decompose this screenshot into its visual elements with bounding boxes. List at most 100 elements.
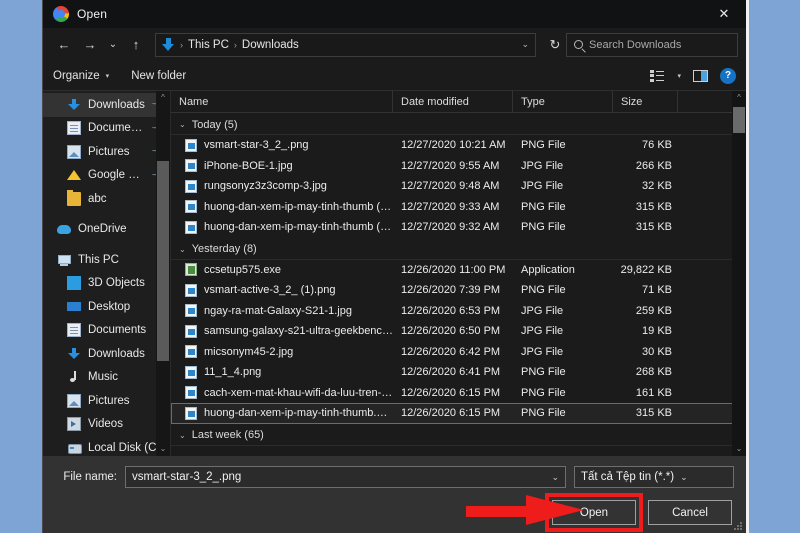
cancel-button[interactable]: Cancel bbox=[648, 500, 732, 525]
file-list-pane: Name Date modified Type Size ⌄ Today (5)… bbox=[171, 91, 746, 456]
sidebar-item-downloads[interactable]: Downloads 📌 bbox=[43, 93, 170, 117]
preview-pane-icon[interactable] bbox=[693, 69, 708, 82]
scroll-up-icon[interactable]: ^ bbox=[737, 91, 741, 105]
chevron-down-icon[interactable]: ▾ bbox=[677, 72, 681, 80]
dialog-footer: File name: vsmart-star-3_2_.png ⌄ Tất cả… bbox=[43, 456, 746, 533]
application-file-icon bbox=[185, 263, 197, 277]
file-name-cell: iPhone-BOE-1.jpg bbox=[171, 159, 393, 173]
sidebar-scroll-track[interactable] bbox=[156, 105, 170, 442]
table-row[interactable]: huong-dan-xem-ip-may-tinh-thumb (2)... 1… bbox=[171, 197, 746, 218]
sidebar-item-pictures-pc[interactable]: Pictures bbox=[43, 389, 170, 413]
sidebar-item-documents-pc[interactable]: Documents bbox=[43, 319, 170, 343]
file-list-scrollbar[interactable]: ^ ⌄ bbox=[732, 91, 746, 456]
new-folder-button[interactable]: New folder bbox=[131, 70, 186, 82]
file-name: vsmart-active-3_2_ (1).png bbox=[204, 284, 336, 297]
scroll-down-icon[interactable]: ⌄ bbox=[160, 442, 167, 456]
file-name-cell: rungsonyz3z3comp-3.jpg bbox=[171, 179, 393, 193]
sidebar-item-this-pc[interactable]: This PC bbox=[43, 248, 170, 272]
table-row-selected[interactable]: huong-dan-xem-ip-may-tinh-thumb.png 12/2… bbox=[171, 403, 746, 424]
organize-label: Organize bbox=[53, 69, 100, 82]
file-list-scroll-thumb[interactable] bbox=[733, 107, 745, 133]
scroll-up-icon[interactable]: ^ bbox=[161, 91, 165, 105]
forward-button[interactable]: → bbox=[77, 33, 103, 57]
refresh-button[interactable]: ↻ bbox=[544, 37, 566, 53]
table-row[interactable]: vsmart-star-3_2_.png 12/27/2020 10:21 AM… bbox=[171, 135, 746, 156]
sidebar-item-3d-objects[interactable]: 3D Objects bbox=[43, 272, 170, 296]
recent-locations-button[interactable]: ⌄ bbox=[103, 33, 123, 57]
table-row[interactable]: rungsonyz3z3comp-3.jpg 12/27/2020 9:48 A… bbox=[171, 176, 746, 197]
filename-label: File name: bbox=[63, 471, 117, 483]
group-header-last-week[interactable]: ⌄ Last week (65) bbox=[171, 426, 746, 446]
sidebar-item-label: Pictures bbox=[88, 394, 130, 407]
breadcrumb-item-downloads[interactable]: Downloads bbox=[242, 39, 299, 51]
file-type-filter-select[interactable]: Tất cả Tệp tin (*.*) ⌄ bbox=[574, 466, 734, 488]
filename-row: File name: vsmart-star-3_2_.png ⌄ Tất cả… bbox=[55, 466, 734, 488]
sidebar-scroll-thumb[interactable] bbox=[157, 161, 169, 361]
sidebar-item-abc[interactable]: abc bbox=[43, 187, 170, 211]
pictures-icon bbox=[67, 144, 81, 159]
column-header-date[interactable]: Date modified bbox=[393, 91, 513, 113]
organize-button[interactable]: Organize ▾ bbox=[53, 70, 109, 82]
table-row[interactable]: micsonym45-2.jpg 12/26/2020 6:42 PM JPG … bbox=[171, 342, 746, 363]
close-icon[interactable]: ✕ bbox=[702, 0, 746, 28]
list-view-icon[interactable] bbox=[650, 69, 665, 82]
sidebar-item-pictures[interactable]: Pictures 📌 bbox=[43, 140, 170, 164]
breadcrumb-separator: › bbox=[180, 39, 183, 50]
sidebar-item-music[interactable]: Music bbox=[43, 366, 170, 390]
file-name: huong-dan-xem-ip-may-tinh-thumb (2)... bbox=[204, 200, 393, 213]
filename-input[interactable]: vsmart-star-3_2_.png ⌄ bbox=[125, 466, 566, 488]
breadcrumb-item-this-pc[interactable]: This PC bbox=[188, 39, 229, 51]
sidebar-item-label: Local Disk (C:) bbox=[88, 441, 164, 454]
help-button[interactable]: ? bbox=[720, 67, 736, 84]
chevron-down-icon[interactable]: ⌄ bbox=[551, 472, 559, 483]
file-size: 161 KB bbox=[635, 386, 672, 399]
file-type-filter-value: Tất cả Tệp tin (*.*) bbox=[581, 471, 675, 483]
filename-value: vsmart-star-3_2_.png bbox=[132, 471, 242, 483]
search-input[interactable]: Search Downloads bbox=[566, 32, 738, 57]
sidebar-item-label: OneDrive bbox=[78, 223, 127, 236]
sidebar-item-desktop[interactable]: Desktop bbox=[43, 295, 170, 319]
chevron-down-icon[interactable]: ⌄ bbox=[521, 39, 529, 50]
google-drive-icon bbox=[67, 168, 81, 182]
chevron-down-icon: ⌄ bbox=[179, 430, 186, 440]
table-row[interactable]: 11_1_4.png 12/26/2020 6:41 PM PNG File 2… bbox=[171, 362, 746, 383]
chevron-down-icon[interactable]: ⌄ bbox=[680, 472, 688, 483]
sidebar-item-local-disk[interactable]: Local Disk (C:) bbox=[43, 436, 170, 456]
sidebar-item-documents[interactable]: Documents 📌 bbox=[43, 117, 170, 141]
file-type: PNG File bbox=[521, 284, 566, 297]
music-icon bbox=[67, 370, 81, 384]
file-date: 12/26/2020 6:15 PM bbox=[401, 407, 501, 420]
documents-icon bbox=[67, 121, 81, 136]
table-row[interactable]: vsmart-active-3_2_ (1).png 12/26/2020 7:… bbox=[171, 280, 746, 301]
breadcrumb[interactable]: › This PC › Downloads ⌄ bbox=[155, 32, 536, 57]
column-header-type[interactable]: Type bbox=[513, 91, 613, 113]
toolbar: Organize ▾ New folder ▾ ? bbox=[43, 61, 746, 91]
column-header-name[interactable]: Name bbox=[171, 91, 393, 113]
back-button[interactable]: ← bbox=[51, 33, 77, 57]
file-name-cell: ngay-ra-mat-Galaxy-S21-1.jpg bbox=[171, 304, 393, 318]
group-header-yesterday[interactable]: ⌄ Yesterday (8) bbox=[171, 240, 746, 260]
table-row[interactable]: ngay-ra-mat-Galaxy-S21-1.jpg 12/26/2020 … bbox=[171, 301, 746, 322]
sidebar-item-onedrive[interactable]: OneDrive bbox=[43, 218, 170, 242]
table-row[interactable]: samsung-galaxy-s21-ultra-geekbench-fa...… bbox=[171, 321, 746, 342]
file-type: JPG File bbox=[521, 325, 564, 338]
group-header-today[interactable]: ⌄ Today (5) bbox=[171, 115, 746, 135]
scroll-down-icon[interactable]: ⌄ bbox=[736, 442, 743, 456]
sidebar-item-label: 3D Objects bbox=[88, 277, 145, 290]
file-date: 12/26/2020 6:53 PM bbox=[401, 304, 501, 317]
image-file-icon bbox=[185, 220, 197, 234]
new-folder-label: New folder bbox=[131, 69, 187, 82]
table-row[interactable]: iPhone-BOE-1.jpg 12/27/2020 9:55 AM JPG … bbox=[171, 156, 746, 177]
up-button[interactable]: ↑ bbox=[123, 33, 149, 57]
sidebar-item-videos[interactable]: Videos bbox=[43, 413, 170, 437]
folder-icon bbox=[67, 189, 81, 206]
sidebar-scrollbar[interactable]: ^ ⌄ bbox=[156, 91, 170, 456]
table-row[interactable]: ccsetup575.exe 12/26/2020 11:00 PM Appli… bbox=[171, 260, 746, 281]
column-header-size[interactable]: Size bbox=[613, 91, 678, 113]
pictures-icon bbox=[67, 393, 81, 408]
table-row[interactable]: cach-xem-mat-khau-wifi-da-luu-tren-die..… bbox=[171, 383, 746, 404]
resize-grip[interactable] bbox=[732, 520, 742, 530]
sidebar-item-downloads-pc[interactable]: Downloads bbox=[43, 342, 170, 366]
table-row[interactable]: huong-dan-xem-ip-may-tinh-thumb (1)... 1… bbox=[171, 217, 746, 238]
sidebar-item-google-drive[interactable]: Google Drive 📌 bbox=[43, 164, 170, 188]
